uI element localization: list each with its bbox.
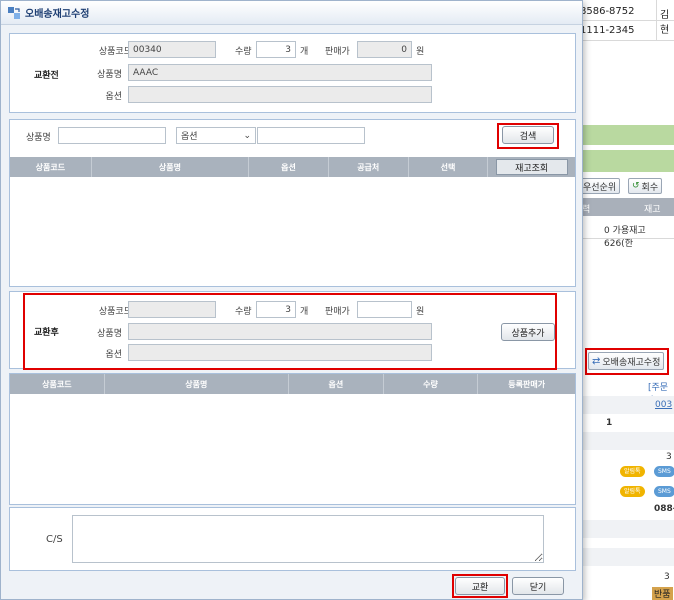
before-section-label: 교환전 — [34, 71, 59, 81]
before-product-name-label: 상품명 — [97, 70, 122, 80]
before-qty-label: 수량 — [235, 47, 252, 57]
added-products-header: 상품코드 상품명 옵션 수량 등록판매가 — [10, 374, 575, 394]
col-stock-check: 재고조회 — [488, 157, 575, 177]
before-product-code-field: 00340 — [128, 41, 216, 58]
after-price-field[interactable] — [357, 301, 412, 318]
before-qty-unit: 개 — [300, 47, 309, 57]
bg-phone-1: 8586-8752 — [580, 6, 635, 17]
bg-return-button[interactable]: ↺ 회수 — [628, 178, 663, 194]
close-button[interactable]: 닫기 — [512, 577, 564, 595]
chevron-down-icon: ⌄ — [243, 130, 251, 141]
bg-customer-name: 김현 — [660, 10, 670, 36]
before-option-field — [128, 86, 432, 103]
after-option-label: 옵션 — [105, 350, 122, 360]
after-qty-unit: 개 — [300, 307, 309, 317]
bg-return-edit-button[interactable]: ⇄ 오배송재고수정 — [588, 352, 665, 370]
bg-priority-button[interactable]: 우선순위 — [579, 178, 621, 194]
before-price-field: 0 — [357, 41, 412, 58]
before-product-name-field: AAAC — [128, 64, 432, 81]
added-col-registered-price: 등록판매가 — [508, 379, 546, 389]
edit-icon: ⇄ — [592, 355, 601, 367]
bg-return-tag: 반품 — [652, 587, 673, 600]
col-product-name: 상품명 — [92, 157, 250, 177]
after-section-label: 교환후 — [34, 328, 59, 338]
added-col-qty: 수량 — [384, 374, 479, 394]
stock-check-button[interactable]: 재고조회 — [495, 159, 568, 175]
after-product-name-field — [128, 323, 432, 340]
added-col-product-code: 상품코드 — [10, 374, 105, 394]
dialog-titlebar: 오배송재고수정 — [1, 1, 582, 25]
search-product-name-label: 상품명 — [26, 133, 51, 143]
after-price-unit: 원 — [416, 307, 425, 317]
col-select: 선택 — [409, 157, 489, 177]
added-products-panel: 상품코드 상품명 옵션 수량 등록판매가 — [9, 373, 576, 505]
before-product-code-label: 상품코드 — [98, 47, 132, 57]
before-exchange-panel: 교환전 상품코드 00340 수량 3 개 판매가 0 원 상품명 AAAC 옵… — [9, 33, 576, 113]
after-product-code-label: 상품코드 — [98, 307, 132, 317]
window-icon — [8, 6, 20, 19]
added-col-product-name: 상품명 — [105, 374, 290, 394]
exchange-button[interactable]: 교환 — [455, 577, 505, 595]
before-option-label: 옵션 — [105, 92, 122, 102]
search-product-name-input[interactable] — [58, 127, 166, 144]
after-product-name-label: 상품명 — [97, 329, 122, 339]
after-exchange-panel: 교환후 상품코드 수량 3 개 판매가 원 상품명 옵션 상품추가 — [9, 291, 576, 369]
search-results-header: 상품코드 상품명 옵션 공급처 선택 재고조회 — [10, 157, 575, 177]
return-stock-edit-dialog: 오배송재고수정 교환전 상품코드 00340 수량 3 개 판매가 0 원 상품… — [0, 0, 583, 600]
cs-textarea[interactable] — [72, 515, 544, 563]
after-qty-label: 수량 — [235, 307, 252, 317]
before-price-label: 판매가 — [325, 47, 350, 57]
search-option-input[interactable] — [257, 127, 365, 144]
cs-label: C/S — [46, 534, 63, 545]
before-price-unit: 원 — [416, 47, 425, 57]
col-option: 옵션 — [249, 157, 329, 177]
after-qty-field[interactable]: 3 — [256, 301, 296, 318]
search-button[interactable]: 검색 — [502, 126, 554, 144]
add-product-button[interactable]: 상품추가 — [501, 323, 555, 341]
search-panel: 상품명 옵션 ⌄ 검색 상품코드 상품명 옵션 공급처 선택 재고조회 — [9, 119, 576, 287]
search-results-body — [10, 177, 575, 286]
col-product-code: 상품코드 — [10, 157, 92, 177]
dialog-title: 오배송재고수정 — [25, 9, 90, 20]
added-col-option: 옵션 — [289, 374, 384, 394]
after-price-label: 판매가 — [325, 307, 350, 317]
return-icon: ↺ — [632, 181, 640, 191]
before-qty-field[interactable]: 3 — [256, 41, 296, 58]
after-product-code-field — [128, 301, 216, 318]
cs-panel: C/S — [9, 507, 576, 571]
col-supplier: 공급처 — [329, 157, 409, 177]
after-option-field — [128, 344, 432, 361]
search-option-select[interactable]: 옵션 ⌄ — [176, 127, 256, 144]
bg-phone-2: 1111-2345 — [580, 25, 635, 36]
